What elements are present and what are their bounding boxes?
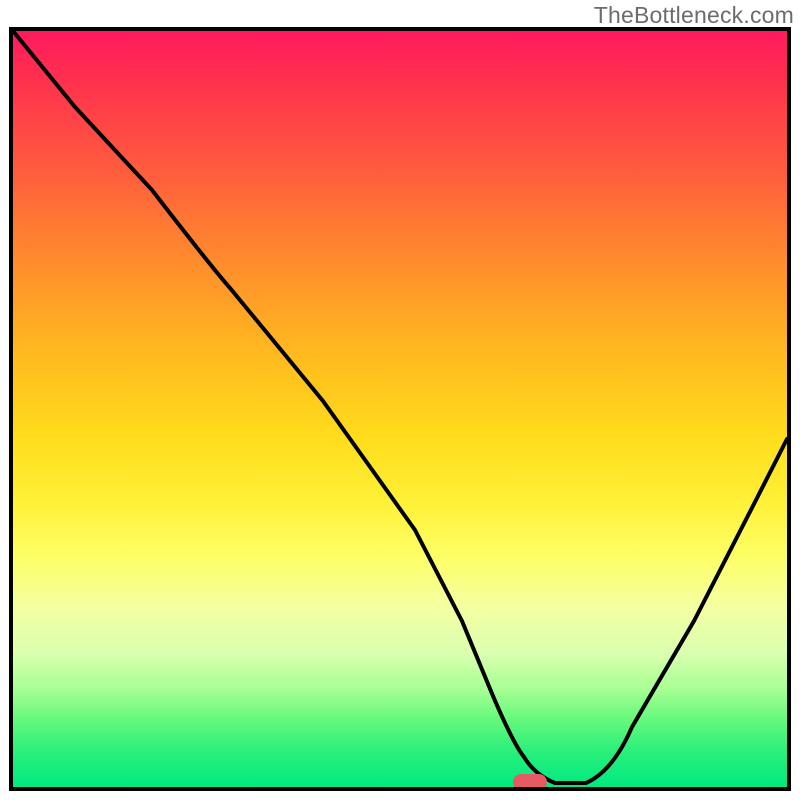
bottleneck-marker xyxy=(513,774,547,787)
bottleneck-curve-line xyxy=(13,31,787,783)
chart-frame: TheBottleneck.com xyxy=(0,0,800,800)
chart-svg xyxy=(13,31,787,787)
plot-area xyxy=(9,27,791,791)
watermark-text: TheBottleneck.com xyxy=(594,2,794,29)
